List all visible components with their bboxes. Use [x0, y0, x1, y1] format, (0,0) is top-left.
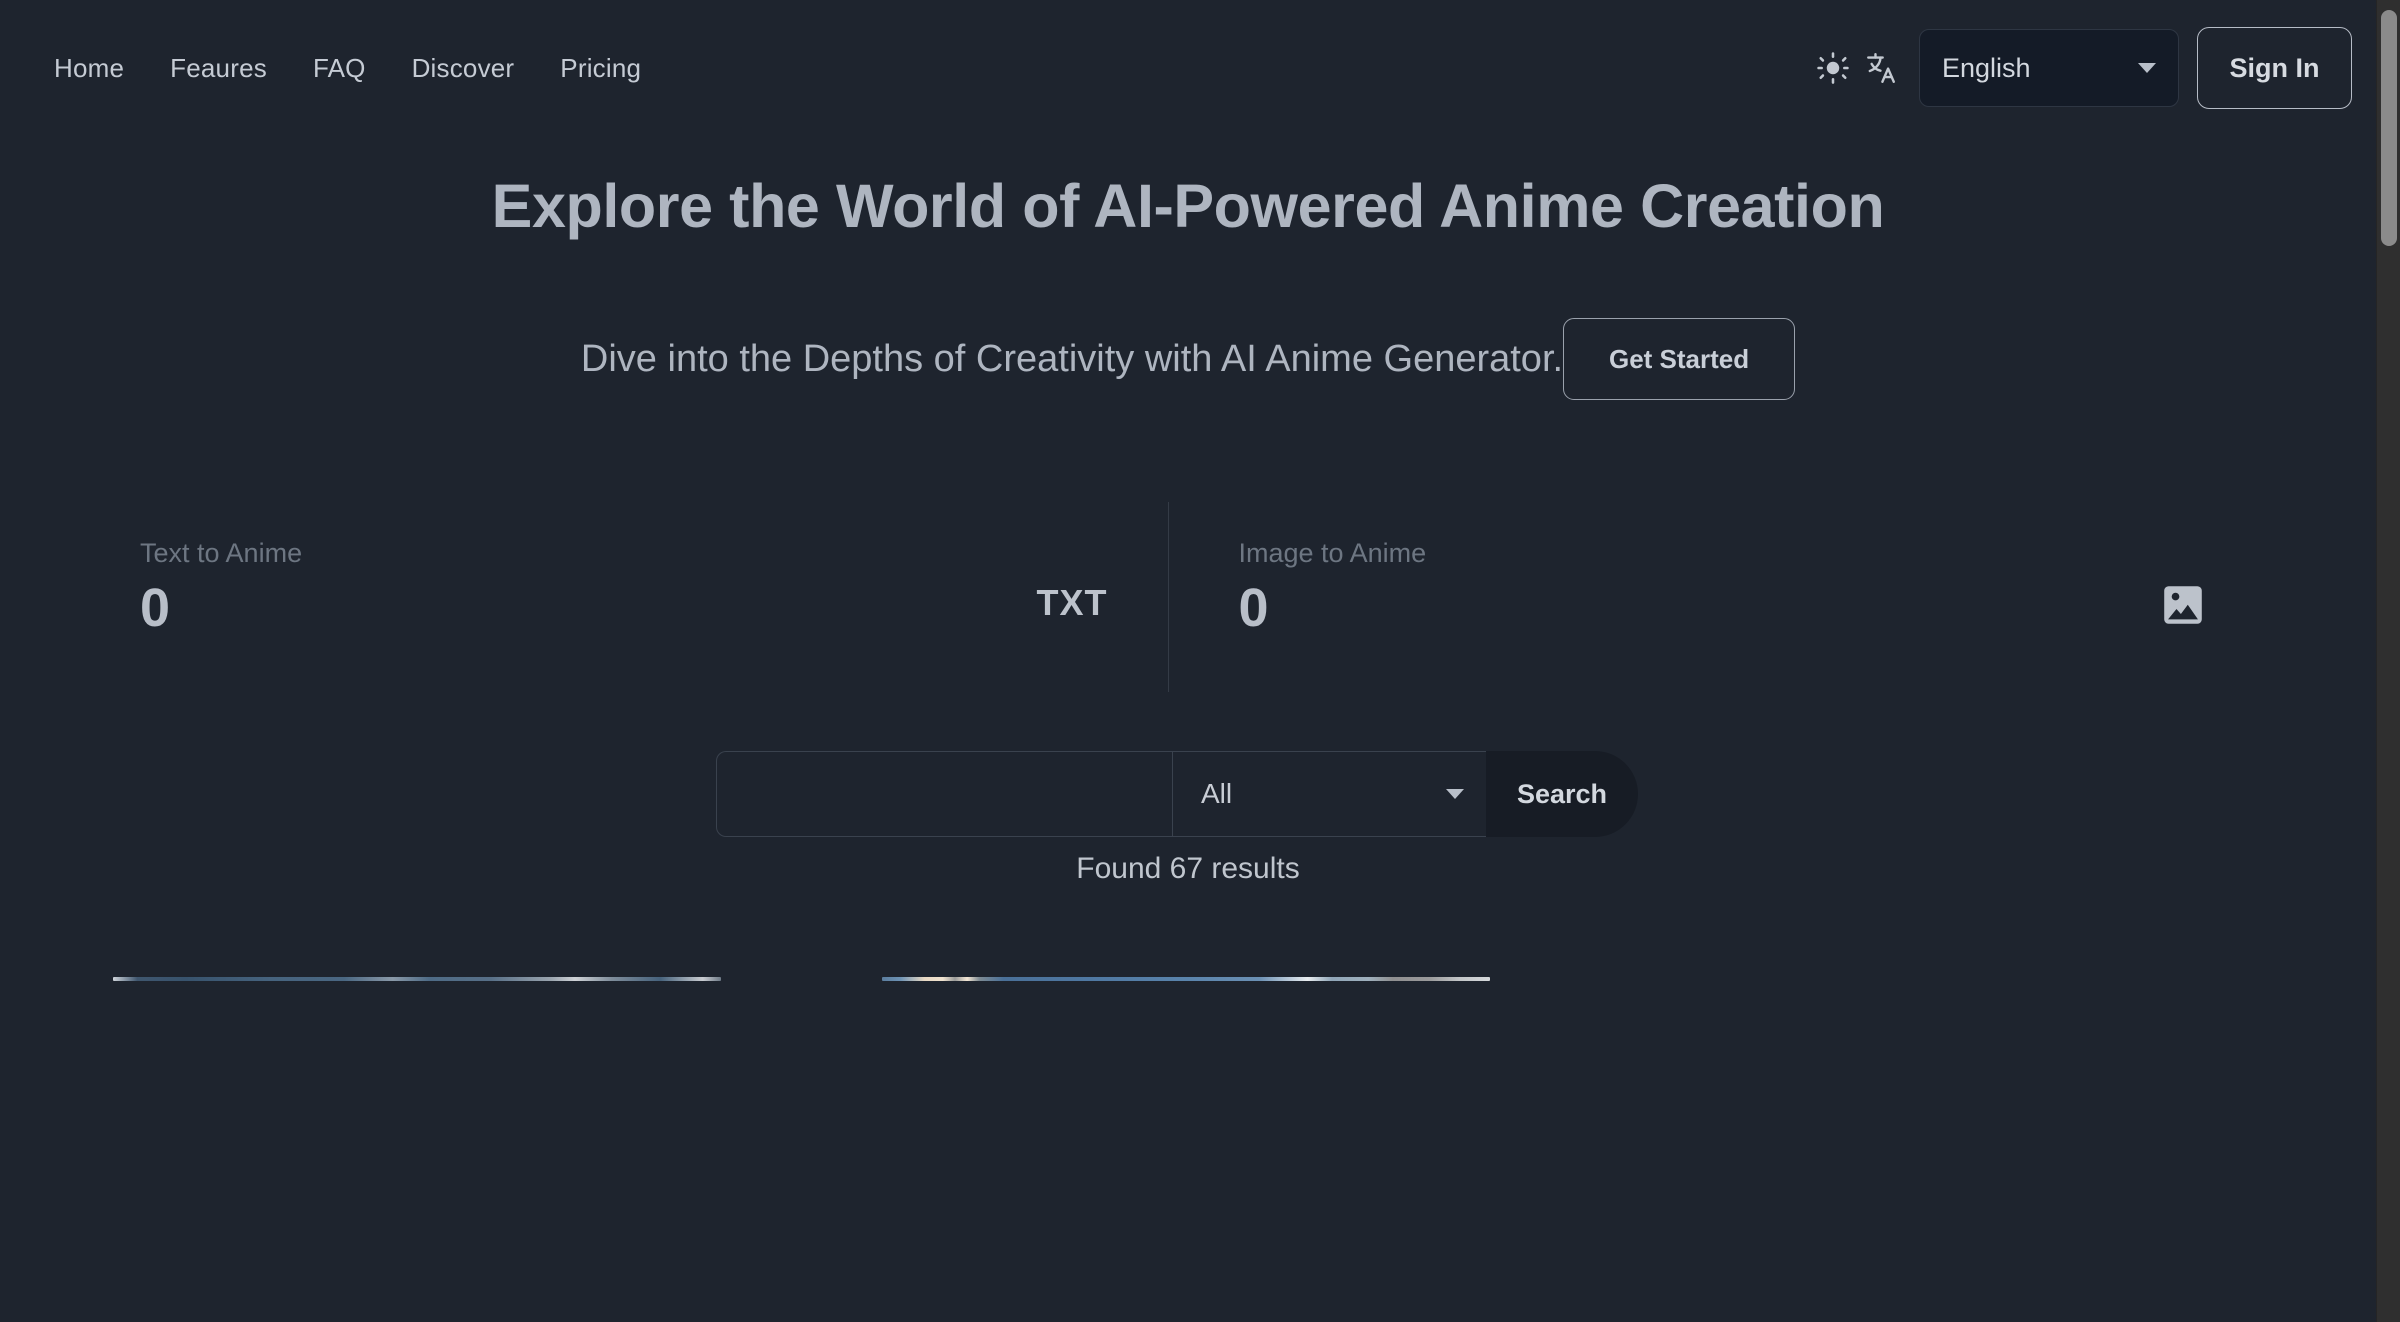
nav-actions: English Sign In [1809, 27, 2352, 109]
stat-value: 0 [1238, 578, 1269, 638]
hero-subtitle-row: Dive into the Depths of Creativity with … [0, 318, 2376, 400]
language-selected-label: English [1942, 52, 2031, 83]
sign-in-button[interactable]: Sign In [2197, 27, 2352, 109]
stat-label: Text to Anime [140, 538, 303, 568]
get-started-button[interactable]: Get Started [1563, 318, 1796, 400]
language-selector[interactable]: English [1919, 29, 2179, 107]
txt-file-icon: TXT [1037, 582, 1108, 624]
hero-subtitle: Dive into the Depths of Creativity with … [580, 337, 1564, 380]
search-bar: All Search [716, 751, 1638, 837]
search-category-select[interactable]: All [1172, 751, 1492, 837]
vertical-scrollbar-track[interactable] [2376, 0, 2400, 1322]
page-title: Explore the World of AI-Powered Anime Cr… [491, 172, 1885, 240]
search-button[interactable]: Search [1486, 751, 1638, 837]
translate-icon [1864, 51, 1898, 85]
stat-card-text-to-anime[interactable]: Text to Anime 0 TXT [110, 498, 1168, 698]
primary-nav: Home Feaures FAQ Discover Pricing [54, 53, 641, 84]
search-input[interactable] [716, 751, 1172, 837]
chevron-down-icon [2138, 63, 2156, 73]
nav-link-faq[interactable]: FAQ [313, 53, 366, 84]
result-card-strip[interactable] [882, 977, 1490, 981]
stat-card-image-to-anime[interactable]: Image to Anime 0 [1169, 498, 2267, 698]
top-navigation-bar: Home Feaures FAQ Discover Pricing Englis… [0, 0, 2376, 136]
theme-toggle-button[interactable] [1809, 44, 1857, 92]
search-category-label: All [1201, 778, 1233, 809]
stats-section: Text to Anime 0 TXT Image to Anime 0 [110, 498, 2266, 698]
chevron-down-icon [1446, 789, 1464, 799]
result-card-strip[interactable] [113, 977, 721, 981]
stat-text-group: Image to Anime 0 [1239, 538, 1427, 635]
stat-text-group: Text to Anime 0 [140, 538, 302, 635]
hero-section: Explore the World of AI-Powered Anime Cr… [0, 172, 2376, 400]
results-count-text: Found 67 results [1076, 852, 1300, 885]
vertical-scrollbar-thumb[interactable] [2381, 10, 2397, 246]
image-icon [2160, 582, 2206, 633]
stat-label: Image to Anime [1238, 538, 1427, 568]
page-root: Home Feaures FAQ Discover Pricing Englis… [0, 0, 2400, 1322]
nav-link-discover[interactable]: Discover [412, 53, 515, 84]
nav-link-pricing[interactable]: Pricing [560, 53, 641, 84]
nav-link-feaures[interactable]: Feaures [170, 53, 267, 84]
sun-icon [1816, 51, 1850, 85]
nav-link-home[interactable]: Home [54, 53, 124, 84]
stat-value: 0 [140, 578, 171, 638]
language-translate-button[interactable] [1857, 44, 1905, 92]
txt-file-icon-label: TXT [1036, 582, 1108, 623]
